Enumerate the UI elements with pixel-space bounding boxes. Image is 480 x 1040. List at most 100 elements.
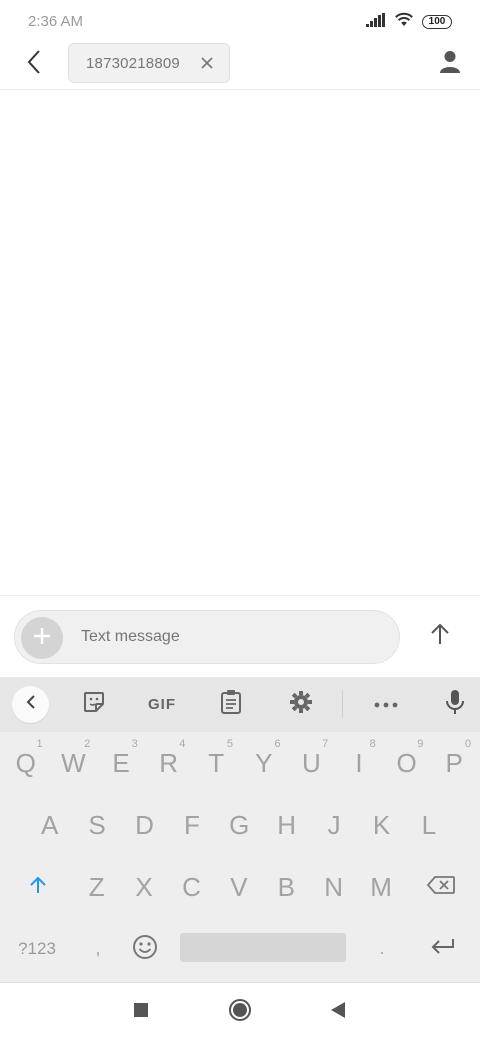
key-m[interactable]: M (357, 856, 404, 918)
conversation-header: 18730218809 (0, 42, 480, 90)
attach-button[interactable] (21, 617, 63, 659)
key-label: E (112, 747, 130, 778)
home-button[interactable] (225, 997, 255, 1027)
send-button[interactable] (424, 620, 456, 652)
signal-icon (366, 12, 386, 32)
back-button[interactable] (18, 48, 50, 80)
key-hint: 9 (417, 738, 424, 750)
gear-icon (289, 690, 313, 719)
key-hint: 2 (84, 738, 91, 750)
key-g[interactable]: G (216, 794, 263, 856)
back-arrow-icon (26, 49, 42, 80)
clipboard-icon (220, 689, 242, 720)
key-label: M (370, 871, 392, 902)
key-w[interactable]: W2 (50, 732, 98, 794)
voice-input-button[interactable] (440, 689, 470, 719)
sticker-icon (82, 690, 106, 719)
nav-back-button[interactable] (323, 997, 353, 1027)
status-bar: 2:36 AM 100 (0, 0, 480, 42)
key-label: U (302, 747, 321, 778)
key-b[interactable]: B (263, 856, 310, 918)
backspace-key[interactable] (414, 856, 468, 918)
key-hint: 7 (322, 738, 329, 750)
key-s[interactable]: S (73, 794, 120, 856)
symbols-key[interactable]: ?123 (6, 918, 68, 980)
key-label: L (421, 809, 437, 840)
arrow-up-icon (430, 623, 450, 650)
key-z[interactable]: Z (73, 856, 120, 918)
contact-button[interactable] (434, 48, 466, 80)
sticker-button[interactable] (79, 689, 109, 719)
key-label: O (396, 747, 417, 778)
key-d[interactable]: D (121, 794, 168, 856)
triangle-back-icon (330, 1001, 346, 1024)
key-l[interactable]: L (405, 794, 452, 856)
person-icon (439, 50, 461, 79)
enter-key[interactable] (418, 918, 468, 980)
key-label: R (159, 747, 178, 778)
comma-key[interactable]: , (78, 918, 118, 980)
key-hint: 1 (36, 738, 43, 750)
clipboard-button[interactable] (216, 689, 246, 719)
toolbar-divider (342, 690, 343, 718)
period-label: . (379, 939, 385, 958)
key-row-1: Q1W2E3R4T5Y6U7I8O9P0 (0, 732, 480, 794)
settings-button[interactable] (286, 689, 316, 719)
key-label: K (372, 809, 391, 840)
key-label: Y (255, 747, 273, 778)
key-i[interactable]: I8 (335, 732, 383, 794)
key-o[interactable]: O9 (383, 732, 431, 794)
compose-bar (0, 595, 480, 677)
key-q[interactable]: Q1 (2, 732, 50, 794)
keyboard-collapse-button[interactable] (12, 686, 49, 723)
backspace-icon (426, 875, 456, 900)
key-p[interactable]: P0 (430, 732, 478, 794)
key-label: S (88, 809, 106, 840)
key-e[interactable]: E3 (97, 732, 145, 794)
key-x[interactable]: X (120, 856, 167, 918)
key-t[interactable]: T5 (192, 732, 240, 794)
key-label: G (229, 809, 250, 840)
key-row-3: ZXCVBNM (0, 856, 480, 918)
key-label: N (324, 871, 344, 902)
key-u[interactable]: U7 (288, 732, 336, 794)
key-f[interactable]: F (168, 794, 215, 856)
key-label: D (135, 809, 154, 840)
close-icon[interactable] (199, 55, 215, 71)
space-bar[interactable] (180, 933, 346, 962)
key-j[interactable]: J (310, 794, 357, 856)
symbols-label: ?123 (18, 939, 56, 958)
key-hint: 8 (369, 738, 376, 750)
message-thread[interactable] (0, 91, 480, 595)
more-horizontal-icon (374, 695, 398, 713)
shift-key[interactable] (12, 856, 64, 918)
message-input[interactable] (81, 628, 381, 646)
key-v[interactable]: V (215, 856, 262, 918)
period-key[interactable]: . (362, 918, 402, 980)
key-k[interactable]: K (358, 794, 405, 856)
key-a[interactable]: A (26, 794, 73, 856)
wifi-icon (394, 12, 414, 32)
key-y[interactable]: Y6 (240, 732, 288, 794)
key-label: F (183, 809, 200, 840)
key-label: Q (15, 747, 36, 778)
more-button[interactable] (371, 689, 401, 719)
key-label: X (135, 871, 153, 902)
key-label: I (355, 747, 363, 778)
compose-field[interactable] (14, 610, 400, 664)
emoji-key[interactable] (124, 918, 166, 980)
key-label: C (182, 871, 201, 902)
key-c[interactable]: C (168, 856, 215, 918)
chevron-left-icon (25, 694, 37, 715)
gif-button[interactable]: GIF (144, 689, 180, 719)
recents-button[interactable] (126, 997, 156, 1027)
key-h[interactable]: H (263, 794, 310, 856)
status-time: 2:36 AM (28, 13, 84, 30)
status-icons: 100 (366, 12, 452, 32)
key-n[interactable]: N (310, 856, 357, 918)
key-label: W (61, 747, 86, 778)
key-r[interactable]: R4 (145, 732, 193, 794)
recipient-number: 18730218809 (86, 54, 180, 72)
key-hint: 0 (464, 738, 471, 750)
recipient-chip[interactable]: 18730218809 (68, 43, 230, 83)
